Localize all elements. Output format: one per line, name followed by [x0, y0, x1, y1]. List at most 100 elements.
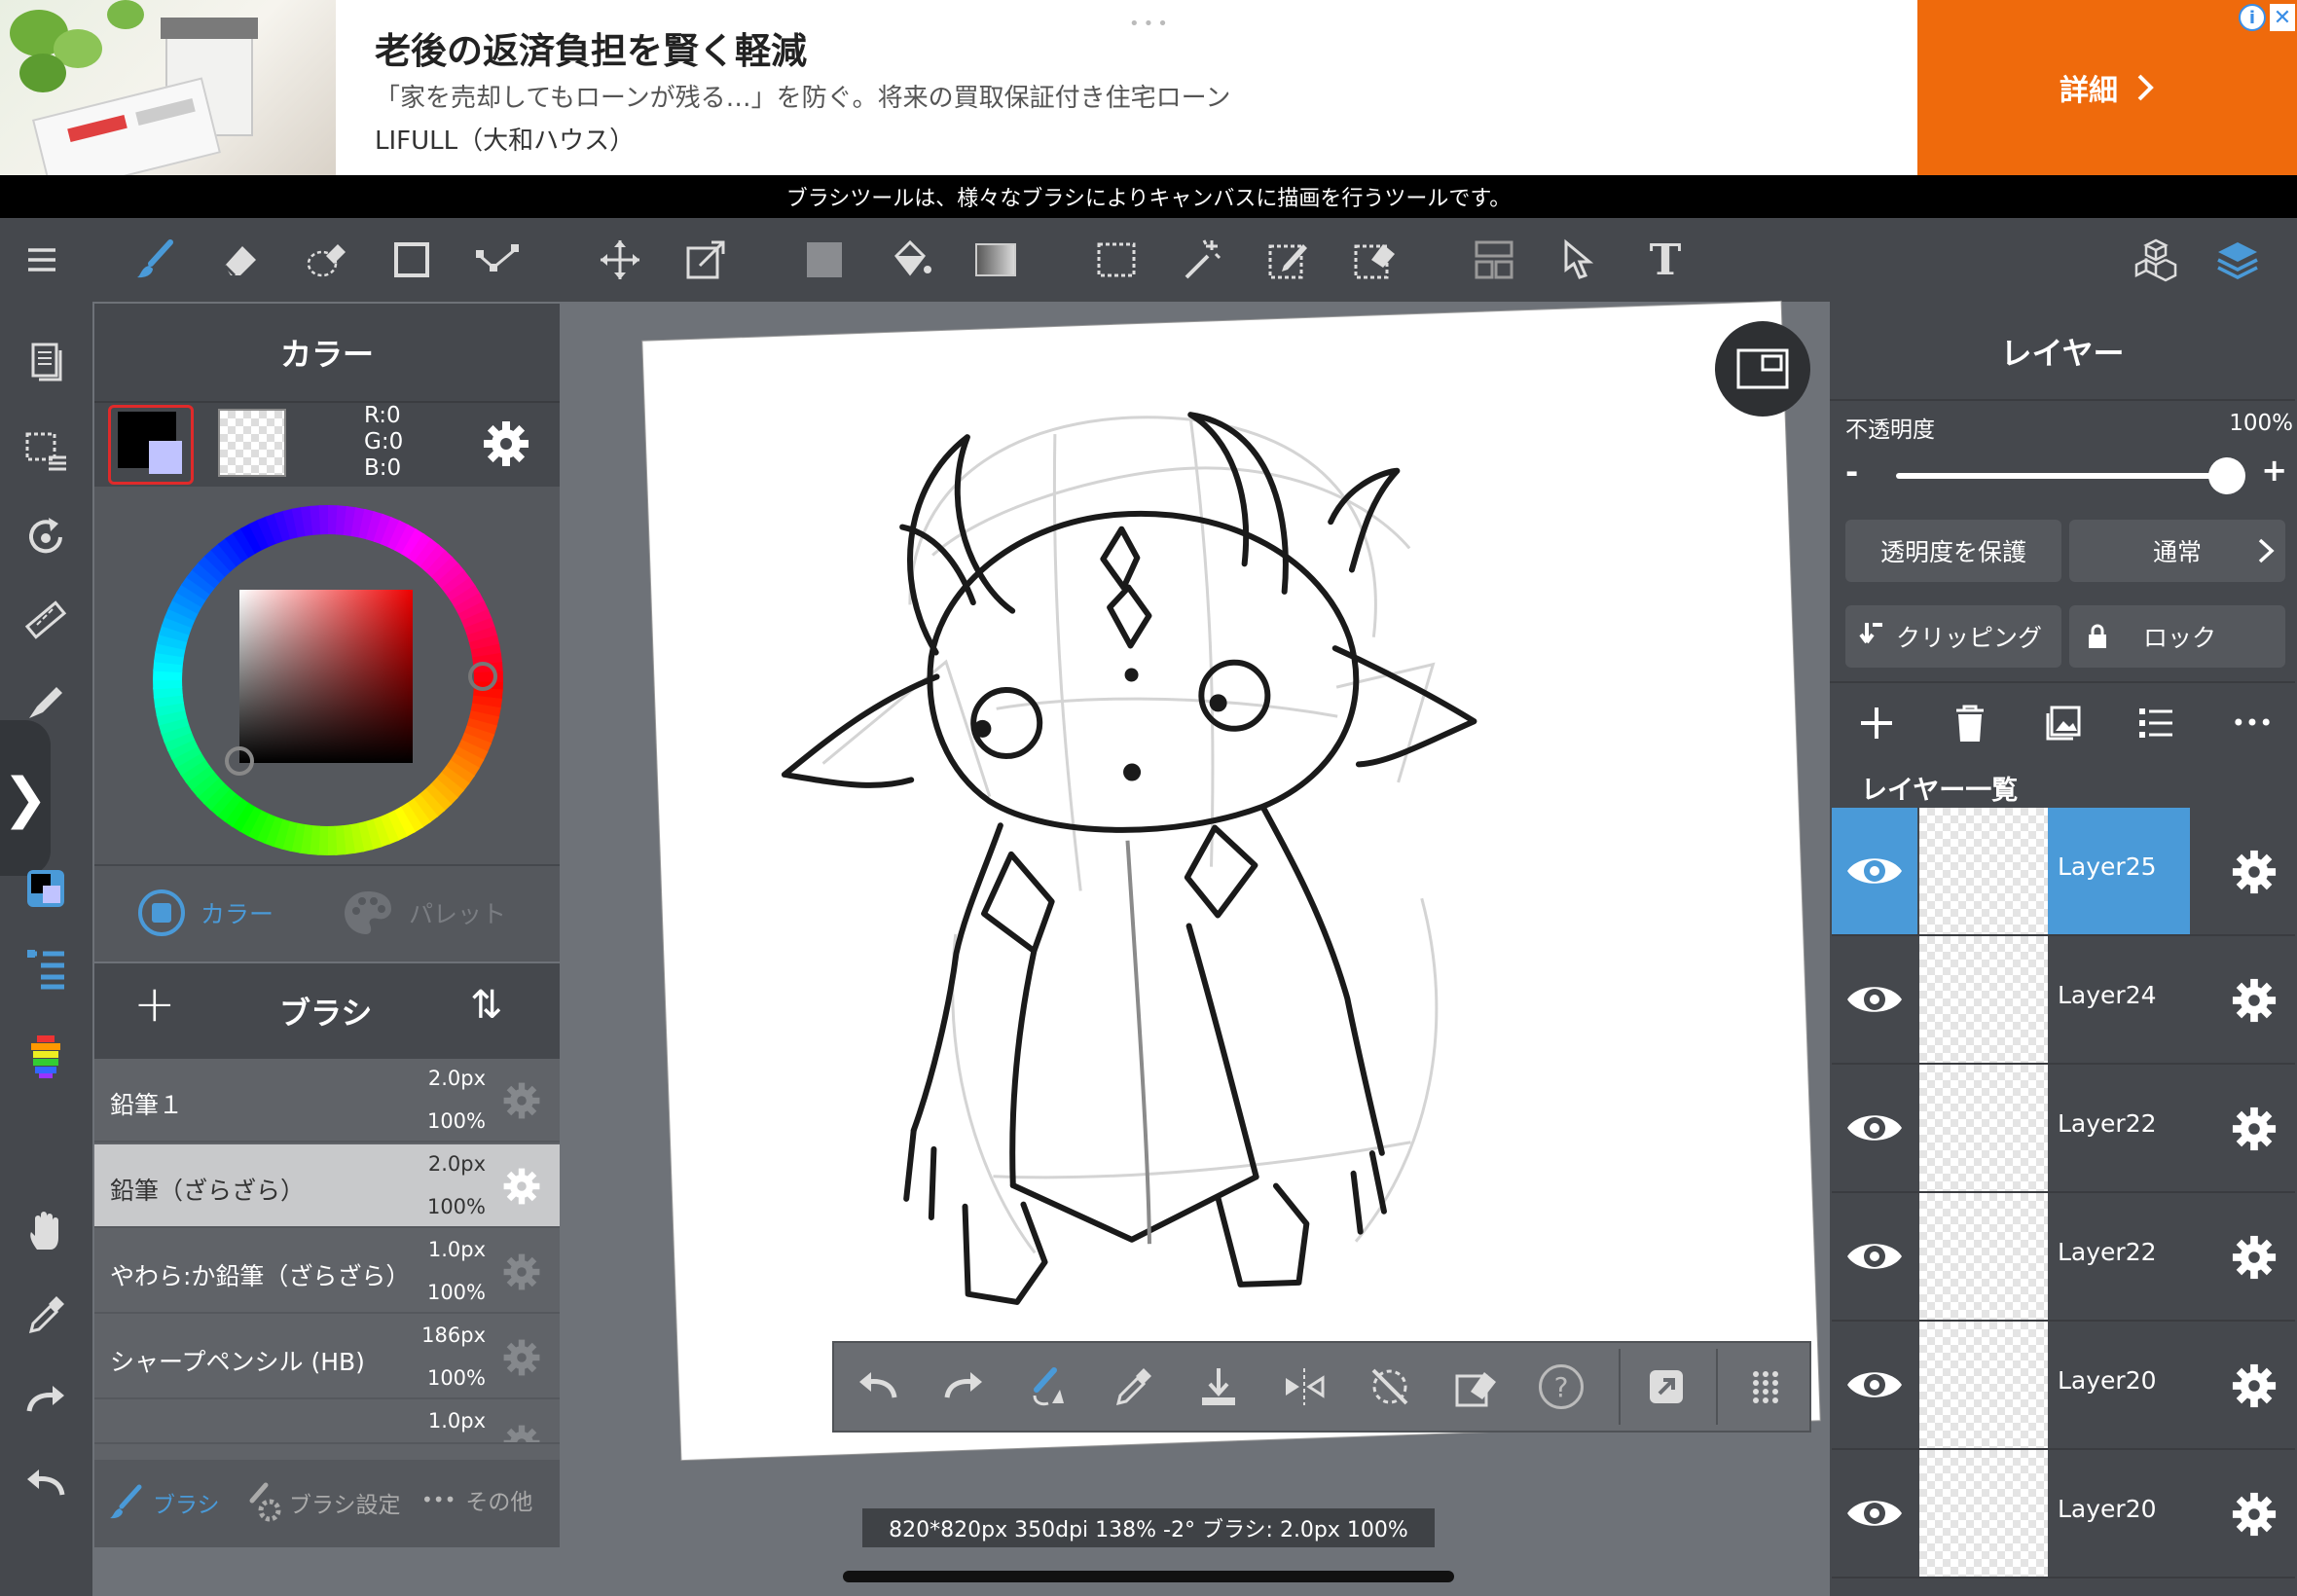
visibility-eye-icon[interactable]	[1832, 1193, 1917, 1320]
hand-icon[interactable]	[12, 1197, 80, 1265]
ad-close-icon[interactable]: ✕	[2270, 4, 2295, 31]
eyedropper-icon[interactable]	[1094, 1341, 1172, 1433]
add-layer-button[interactable]	[1847, 699, 1906, 747]
sort-brush-button[interactable]: ⇅	[470, 983, 503, 1028]
layer-image-button[interactable]	[2034, 699, 2093, 747]
help-icon[interactable]: ?	[1522, 1341, 1600, 1433]
lock-button[interactable]: ロック	[2069, 605, 2285, 668]
layers-icon[interactable]	[2204, 218, 2272, 302]
palette-bar-icon[interactable]	[12, 1022, 80, 1090]
redo-icon[interactable]	[12, 1366, 80, 1434]
flip-icon[interactable]	[1265, 1341, 1343, 1433]
layer-thumbnail[interactable]	[1919, 808, 2048, 934]
3d-model-icon[interactable]	[2122, 218, 2190, 302]
save-icon[interactable]	[1180, 1341, 1258, 1433]
footer-brush-settings-tab[interactable]: ブラシ設定	[240, 1481, 401, 1524]
transform-icon[interactable]	[672, 218, 740, 302]
undo-icon[interactable]	[839, 1341, 917, 1433]
ad-image[interactable]	[0, 0, 336, 175]
tab-palette[interactable]: パレット	[341, 882, 535, 944]
drawing-canvas[interactable]	[642, 301, 1820, 1461]
brush-settings-gear-icon[interactable]	[501, 1337, 542, 1378]
dot-line-icon[interactable]	[463, 218, 531, 302]
blend-mode-button[interactable]: 通常	[2069, 520, 2285, 582]
layer-settings-gear-icon[interactable]	[2229, 1360, 2279, 1411]
brush-list-icon[interactable]	[12, 934, 80, 1002]
layer-settings-gear-icon[interactable]	[2229, 847, 2279, 897]
clipping-button[interactable]: クリッピング	[1845, 605, 2061, 668]
footer-other-tab[interactable]: ••• その他	[421, 1483, 532, 1516]
layer-settings-gear-icon[interactable]	[2229, 1489, 2279, 1540]
operation-icon[interactable]	[1546, 218, 1614, 302]
visibility-eye-icon[interactable]	[1832, 936, 1917, 1063]
opacity-minus-button[interactable]: -	[1845, 453, 1858, 490]
brush-settings-gear-icon[interactable]	[501, 1166, 542, 1207]
brush-switch-icon[interactable]	[1008, 1341, 1086, 1433]
fill-color-icon[interactable]	[790, 218, 858, 302]
move-icon[interactable]	[586, 218, 654, 302]
ruler-icon[interactable]	[12, 586, 80, 654]
brush-settings-gear-icon[interactable]	[501, 1251, 542, 1292]
home-indicator[interactable]	[843, 1571, 1454, 1582]
select-eraser-icon[interactable]	[1339, 218, 1407, 302]
rotate-icon[interactable]	[12, 502, 80, 570]
brush-item[interactable]: やわら:か鉛筆（ざらざら） 1.0px 100%	[94, 1230, 560, 1314]
bucket-icon[interactable]	[876, 218, 944, 302]
lasso-eraser-icon[interactable]	[292, 218, 360, 302]
layer-settings-gear-icon[interactable]	[2229, 975, 2279, 1026]
opacity-slider-handle[interactable]	[2208, 457, 2245, 494]
clear-icon[interactable]	[1437, 1341, 1514, 1433]
visibility-eye-icon[interactable]	[1832, 1322, 1917, 1448]
rotate-reset-icon[interactable]	[1351, 1341, 1429, 1433]
visibility-eye-icon[interactable]	[1832, 1450, 1917, 1577]
frame-divide-icon[interactable]	[1460, 218, 1528, 302]
layer-thumbnail[interactable]	[1919, 1065, 2048, 1191]
ad-brand[interactable]: LIFULL（大和ハウス）	[375, 121, 635, 157]
layer-row[interactable]: Layer20	[1832, 1322, 2295, 1450]
layer-more-button[interactable]: •••	[2221, 701, 2283, 745]
layer-thumbnail[interactable]	[1919, 1193, 2048, 1320]
select-rect-icon[interactable]	[1082, 218, 1150, 302]
footer-brush-tab[interactable]: ブラシ	[104, 1481, 220, 1524]
brush-icon[interactable]	[121, 218, 189, 302]
layer-thumbnail[interactable]	[1919, 1322, 2048, 1448]
select-pen-icon[interactable]	[1254, 218, 1322, 302]
color-settings-gear-icon[interactable]	[475, 413, 537, 475]
layer-row[interactable]: Layer22	[1832, 1193, 2295, 1322]
eyedropper-icon[interactable]	[12, 1281, 80, 1349]
redo-icon[interactable]	[925, 1341, 1003, 1433]
layer-list-button[interactable]	[2128, 699, 2186, 747]
opacity-slider-track[interactable]	[1896, 473, 2227, 479]
background-swatch[interactable]	[218, 409, 286, 477]
gradient-icon[interactable]	[962, 218, 1030, 302]
layer-row[interactable]: Layer25	[1832, 808, 2295, 936]
tab-color[interactable]: カラー	[136, 882, 311, 944]
ad-info-icon[interactable]: i	[2239, 4, 2266, 31]
visibility-eye-icon[interactable]	[1832, 1065, 1917, 1191]
page-icon[interactable]	[12, 329, 80, 397]
expand-icon[interactable]: ❯	[0, 720, 51, 876]
text-icon[interactable]: T	[1631, 218, 1699, 302]
brush-item[interactable]: 鉛筆（ざらざら） 2.0px 100%	[94, 1144, 560, 1228]
layer-thumbnail[interactable]	[1919, 1450, 2048, 1577]
undo-icon[interactable]	[12, 1450, 80, 1518]
layer-thumbnail[interactable]	[1919, 936, 2048, 1063]
opacity-plus-button[interactable]: +	[2261, 452, 2287, 489]
ad-title[interactable]: 老後の返済負担を賢く軽減	[375, 21, 807, 74]
protect-alpha-button[interactable]: 透明度を保護	[1845, 520, 2061, 582]
color-swatch-icon[interactable]	[12, 854, 80, 923]
brush-item[interactable]: 1.0px	[94, 1401, 560, 1444]
magic-wand-icon[interactable]	[1168, 218, 1236, 302]
layer-settings-gear-icon[interactable]	[2229, 1104, 2279, 1154]
ad-cta-button[interactable]: 詳細	[1917, 0, 2297, 175]
brush-settings-gear-icon[interactable]	[501, 1423, 542, 1442]
eraser-icon[interactable]	[206, 218, 274, 302]
navigator-button[interactable]	[1715, 321, 1810, 417]
layer-settings-gear-icon[interactable]	[2229, 1232, 2279, 1283]
menu-icon[interactable]	[8, 218, 76, 302]
brush-settings-gear-icon[interactable]	[501, 1080, 542, 1121]
visibility-eye-icon[interactable]	[1832, 808, 1917, 934]
ad-description[interactable]: 「家を売却してもローンが残る…」を防ぐ。将来の買取保証付き住宅ローン	[375, 78, 1230, 114]
layer-row[interactable]: Layer22	[1832, 1065, 2295, 1193]
brush-item[interactable]: 鉛筆１ 2.0px 100%	[94, 1059, 560, 1143]
